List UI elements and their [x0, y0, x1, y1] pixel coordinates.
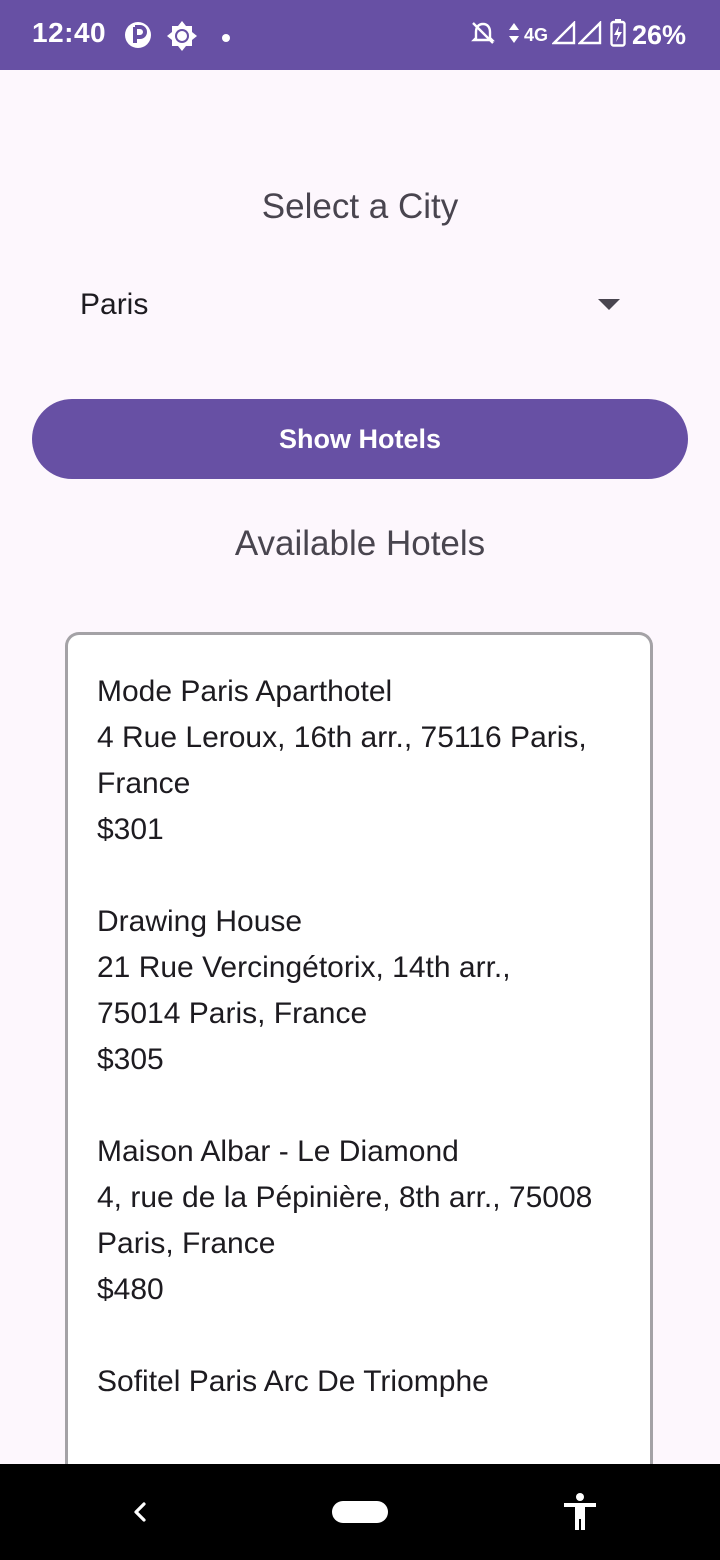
- data-activity-icon: [508, 21, 520, 50]
- signal-icon: [551, 19, 576, 50]
- dropdown-arrow-icon: [598, 299, 620, 310]
- notification-app-icon: [124, 21, 152, 54]
- hotel-name: Mode Paris Aparthotel: [97, 675, 393, 708]
- hotel-address-line: 21 Rue Vercingétorix, 14th arr.,: [97, 951, 511, 984]
- hotel-address-line: 4 Rue Leroux, 16th arr., 75116 Paris,: [97, 721, 587, 754]
- show-hotels-button[interactable]: Show Hotels: [32, 399, 688, 479]
- home-icon[interactable]: [332, 1501, 388, 1523]
- hotel-item[interactable]: Maison Albar - Le Diamond 4, rue de la P…: [97, 1129, 627, 1313]
- back-icon[interactable]: [125, 1496, 155, 1528]
- status-bar: 12:40 4G 26%: [0, 0, 720, 70]
- hotel-item[interactable]: Mode Paris Aparthotel 4 Rue Leroux, 16th…: [97, 669, 627, 853]
- status-right-group: 4G 26%: [470, 17, 686, 53]
- hotel-name: Drawing House: [97, 905, 303, 938]
- page-title: Select a City: [261, 187, 459, 226]
- signal-icon: [577, 19, 602, 50]
- battery-charging-icon: [610, 18, 626, 52]
- hotels-section-title: Available Hotels: [234, 524, 486, 563]
- navigation-bar: [0, 1464, 720, 1560]
- hotel-name: Sofitel Paris Arc De Triomphe: [97, 1365, 489, 1398]
- status-time: 12:40: [32, 17, 107, 48]
- network-type: 4G: [523, 24, 548, 45]
- hotel-name: Maison Albar - Le Diamond: [97, 1135, 459, 1168]
- hotel-list: Mode Paris Aparthotel 4 Rue Leroux, 16th…: [97, 669, 627, 1451]
- hotel-address-line: 75014 Paris, France: [97, 997, 368, 1030]
- hotel-address-line: 4, rue de la Pépinière, 8th arr., 75008: [97, 1181, 593, 1214]
- battery-percentage: 26%: [631, 19, 686, 50]
- brightness-icon: [166, 20, 198, 57]
- city-dropdown-value: Paris: [80, 288, 149, 321]
- accessibility-icon[interactable]: [561, 1492, 599, 1532]
- hotel-item[interactable]: Sofitel Paris Arc De Triomphe: [97, 1359, 627, 1405]
- hotel-address-line: Paris, France: [97, 1227, 276, 1260]
- app-content: Select a City Paris Show Hotels Availabl…: [0, 70, 720, 1482]
- hotel-price: $301: [97, 813, 164, 846]
- dot-icon: [221, 30, 231, 48]
- city-dropdown[interactable]: Paris: [60, 270, 660, 340]
- do-not-disturb-icon: [470, 20, 496, 51]
- hotel-price: $480: [97, 1273, 164, 1306]
- hotel-address-line: France: [97, 767, 191, 800]
- hotels-list-box[interactable]: Mode Paris Aparthotel 4 Rue Leroux, 16th…: [65, 632, 653, 1482]
- hotel-price: $305: [97, 1043, 164, 1076]
- hotel-item[interactable]: Drawing House 21 Rue Vercingétorix, 14th…: [97, 899, 627, 1083]
